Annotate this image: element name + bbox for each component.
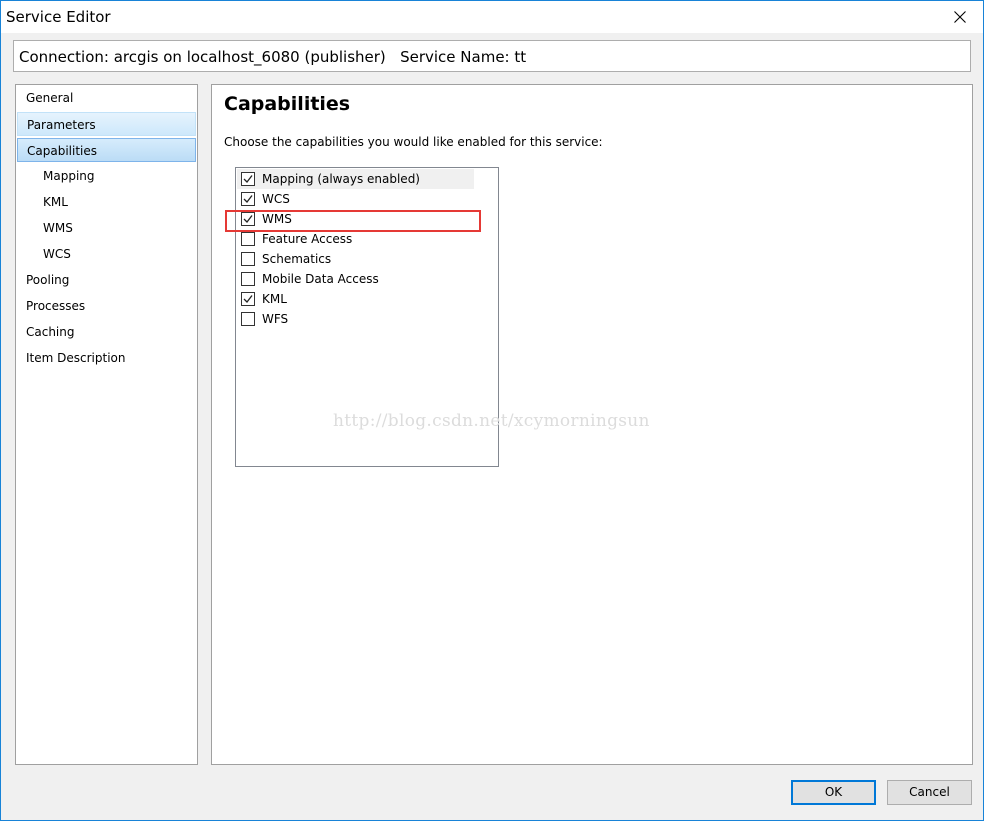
capabilities-checklist[interactable]: Mapping (always enabled) WCS WMS Feature Ac… bbox=[235, 167, 499, 467]
capabilities-panel: Capabilities Choose the capabilities you… bbox=[211, 84, 973, 765]
nav-item-item-description[interactable]: Item Description bbox=[17, 346, 196, 370]
capability-checkbox[interactable] bbox=[241, 252, 255, 266]
nav-item-capabilities[interactable]: Capabilities bbox=[17, 138, 196, 162]
capability-row-mobile[interactable]: Mobile Data Access bbox=[237, 269, 474, 289]
service-editor-window: Service Editor Connection: arcgis on loc… bbox=[0, 0, 984, 821]
nav-item-parameters[interactable]: Parameters bbox=[17, 112, 196, 136]
nav-item-pooling[interactable]: Pooling bbox=[17, 268, 196, 292]
capability-label: Schematics bbox=[262, 252, 332, 266]
title-bar: Service Editor bbox=[1, 1, 983, 33]
close-button[interactable] bbox=[937, 1, 983, 33]
capability-label: WFS bbox=[262, 312, 289, 326]
capabilities-description: Choose the capabilities you would like e… bbox=[224, 135, 603, 149]
capability-label: Mapping (always enabled) bbox=[262, 172, 420, 186]
capability-label: Mobile Data Access bbox=[262, 272, 379, 286]
ok-button[interactable]: OK bbox=[791, 780, 876, 805]
capability-label: WMS bbox=[262, 212, 292, 226]
nav-item-processes[interactable]: Processes bbox=[17, 294, 196, 318]
nav-item-wms[interactable]: WMS bbox=[17, 216, 196, 240]
capability-row-wfs[interactable]: WFS bbox=[237, 309, 474, 329]
connection-label: Connection: arcgis on localhost_6080 (pu… bbox=[19, 48, 386, 66]
capability-label: KML bbox=[262, 292, 287, 306]
nav-item-mapping[interactable]: Mapping bbox=[17, 164, 196, 188]
nav-item-general[interactable]: General bbox=[17, 86, 196, 110]
capability-checkbox[interactable] bbox=[241, 292, 255, 306]
capability-checkbox[interactable] bbox=[241, 172, 255, 186]
capability-label: WCS bbox=[262, 192, 290, 206]
capability-row-wcs[interactable]: WCS bbox=[237, 189, 474, 209]
capability-row-feature[interactable]: Feature Access bbox=[237, 229, 474, 249]
nav-item-caching[interactable]: Caching bbox=[17, 320, 196, 344]
nav-item-kml[interactable]: KML bbox=[17, 190, 196, 214]
capability-checkbox[interactable] bbox=[241, 192, 255, 206]
capabilities-heading: Capabilities bbox=[224, 93, 351, 115]
capability-row-wms[interactable]: WMS bbox=[237, 209, 474, 229]
capability-row-kml[interactable]: KML bbox=[237, 289, 474, 309]
capability-checkbox[interactable] bbox=[241, 232, 255, 246]
connection-bar: Connection: arcgis on localhost_6080 (pu… bbox=[13, 40, 971, 72]
checkmark-icon bbox=[243, 175, 253, 183]
capability-row-mapping[interactable]: Mapping (always enabled) bbox=[237, 169, 474, 189]
nav-panel: General Parameters Capabilities Mapping KML W… bbox=[15, 84, 198, 765]
capability-label: Feature Access bbox=[262, 232, 353, 246]
capability-row-schematics[interactable]: Schematics bbox=[237, 249, 474, 269]
close-icon bbox=[954, 11, 966, 23]
service-name-label: Service Name: tt bbox=[400, 48, 527, 66]
cancel-button[interactable]: Cancel bbox=[887, 780, 972, 805]
window-title: Service Editor bbox=[6, 8, 111, 26]
nav-item-wcs[interactable]: WCS bbox=[17, 242, 196, 266]
capability-checkbox[interactable] bbox=[241, 272, 255, 286]
capability-checkbox[interactable] bbox=[241, 212, 255, 226]
checkmark-icon bbox=[243, 215, 253, 223]
capability-checkbox[interactable] bbox=[241, 312, 255, 326]
checkmark-icon bbox=[243, 295, 253, 303]
checkmark-icon bbox=[243, 195, 253, 203]
